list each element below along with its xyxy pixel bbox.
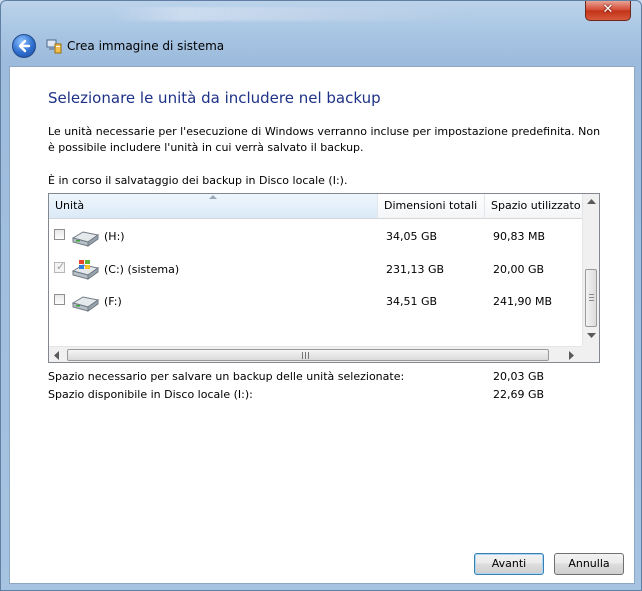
backup-destination-info: È in corso il salvataggio dei backup in … [48,174,348,187]
close-button[interactable]: ✕ [585,1,631,21]
scroll-down-arrow-icon[interactable] [587,333,596,339]
hard-drive-icon [71,296,100,312]
drive-total-size: 231,13 GB [386,263,445,276]
scroll-right-arrow-icon[interactable] [569,351,575,360]
drive-list[interactable]: Unità Dimensioni totali Spazio utilizzat… [48,193,600,363]
next-button[interactable]: Avanti [474,553,544,575]
scroll-up-arrow-icon[interactable] [587,199,596,205]
page-heading: Selezionare le unità da includere nel ba… [48,89,381,107]
drive-checkbox[interactable] [54,229,65,240]
column-header-drive[interactable]: Unità [49,194,378,218]
vertical-scrollbar[interactable] [582,194,599,346]
column-header-used-space-label: Spazio utilizzato [491,199,581,212]
sort-arrow-icon [209,195,217,199]
window-title: Crea immagine di sistema [67,39,225,53]
column-header-total-size-label: Dimensioni totali [384,199,478,212]
column-header-total-size[interactable]: Dimensioni totali [378,194,485,218]
column-header-used-space[interactable]: Spazio utilizzato [485,194,582,218]
drive-used-space: 241,90 MB [493,295,553,308]
space-needed-value: 20,03 GB [493,370,545,383]
back-arrow-icon [18,39,31,53]
title-bar-background [111,7,471,21]
drive-used-space: 90,83 MB [493,230,546,243]
space-available-value: 22,69 GB [493,388,545,401]
wizard-content: Selezionare le unità da includere nel ba… [9,66,635,584]
back-button[interactable] [12,34,36,58]
checkmark-icon: ✓ [56,260,66,273]
table-row[interactable]: (F:) 34,51 GB 241,90 MB [49,285,582,317]
hard-drive-icon [71,231,100,247]
window-frame: ✕ Crea immagine di sistema Selezionare l… [0,0,642,591]
drive-checkbox-checked: ✓ [54,260,66,273]
drive-name: (H:) [104,230,125,243]
windows-drive-icon [71,260,100,280]
drive-total-size: 34,05 GB [386,230,438,243]
list-header: Unità Dimensioni totali Spazio utilizzat… [49,194,582,219]
drive-used-space: 20,00 GB [493,263,545,276]
horizontal-scrollbar[interactable] [49,346,582,362]
backup-app-icon [46,39,62,54]
space-available-label: Spazio disponibile in Disco locale (I:): [48,388,253,401]
scrollbar-corner [582,346,599,362]
navigation-bar: Crea immagine di sistema [9,31,635,61]
horizontal-scroll-thumb[interactable] [67,349,549,361]
page-description: Le unità necessarie per l'esecuzione di … [48,125,601,154]
scroll-left-arrow-icon[interactable] [54,351,60,360]
table-row[interactable]: (H:) 34,05 GB 90,83 MB [49,220,582,252]
vertical-scroll-thumb[interactable] [585,269,597,327]
scroll-grip-icon [302,352,309,359]
drive-checkbox[interactable] [54,294,65,305]
cancel-button[interactable]: Annulla [554,553,624,575]
button-bar: Avanti Annulla [10,537,634,583]
space-needed-label: Spazio necessario per salvare un backup … [48,370,405,383]
drive-name: (C:) (sistema) [104,263,180,276]
table-row[interactable]: ✓ (C:) (sistema) 231,13 GB 20,00 GB [49,253,582,285]
drive-total-size: 34,51 GB [386,295,438,308]
column-header-drive-label: Unità [55,199,85,212]
drive-name: (F:) [104,295,122,308]
